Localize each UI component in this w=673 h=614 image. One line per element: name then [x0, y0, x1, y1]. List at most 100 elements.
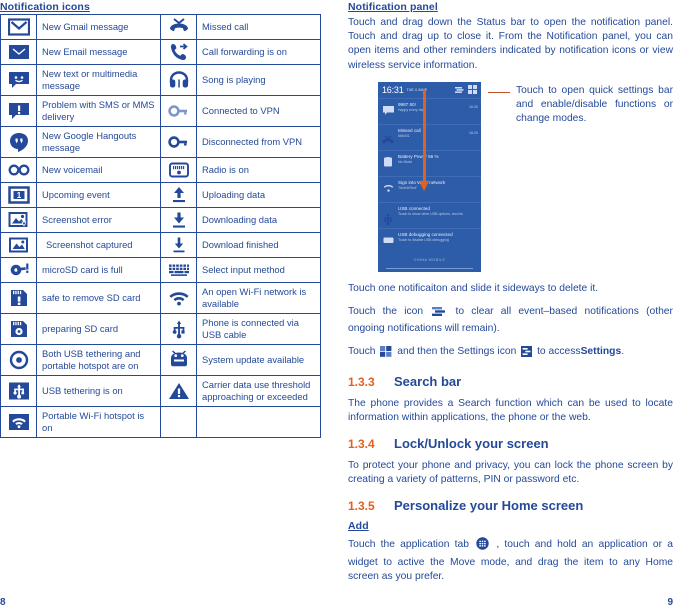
screenshot-captured-icon — [0, 232, 37, 258]
table-row: Portable Wi-Fi hotspot is on — [0, 406, 321, 438]
table-row: New text or multimedia message Song is pl… — [0, 64, 321, 96]
missed-call-icon — [160, 14, 197, 40]
section-body-1-3-3: The phone provides a Search function whi… — [348, 397, 673, 423]
phone-notification-row[interactable]: Missed call 666401 16:29 — [378, 123, 481, 151]
table-row: New voicemail Radio is on — [0, 157, 321, 183]
gmail-icon — [0, 14, 37, 40]
phone-screen-mock: 16:31 TUE 4 JUNE 9987 50! Happy every day… — [378, 81, 481, 272]
vpn-connected-icon — [160, 95, 197, 127]
phone-notification-row[interactable]: USB connected Touch to show other USB opt… — [378, 201, 481, 229]
page-title-notification-panel: Notification panel — [348, 1, 438, 13]
usb-icon — [381, 206, 395, 229]
icon-label: Both USB tethering and portable hotspot … — [36, 344, 161, 376]
settings-text-post: to access — [537, 346, 581, 358]
settings-period: . — [621, 346, 625, 358]
icon-label: Song is playing — [196, 64, 321, 96]
add-text-pre: Touch the application tab — [348, 539, 469, 551]
wifi-open-icon — [160, 282, 197, 314]
icon-label: safe to remove SD card — [36, 282, 161, 314]
sms-mms-icon — [0, 64, 37, 96]
section-number-1-3-4: 1.3.4 — [348, 437, 375, 452]
phone-illustration: 16:31 TUE 4 JUNE 9987 50! Happy every day… — [348, 81, 673, 275]
icon-label: Missed call — [196, 14, 321, 40]
wifi-icon — [381, 180, 395, 193]
sd-preparing-icon — [0, 313, 37, 345]
page-number-left: 8 — [0, 597, 6, 608]
notification-time: 16:29 — [469, 130, 478, 135]
phone-status-bar: 16:31 TUE 4 JUNE — [378, 82, 481, 98]
usb-debug-icon — [381, 232, 395, 245]
phone-clock: 16:31 — [382, 84, 404, 95]
clear-text-pre: Touch the icon — [348, 306, 424, 318]
voicemail-icon — [0, 157, 37, 183]
section-title-search-bar: Search bar — [394, 373, 462, 389]
icon-label: Connected to VPN — [196, 95, 321, 127]
quick-settings-icon[interactable] — [468, 82, 477, 99]
message-icon — [381, 102, 395, 115]
android-update-icon — [160, 344, 197, 376]
notification-subtitle: No Mode — [398, 159, 413, 164]
table-row: New Email message Call forwarding is on — [0, 39, 321, 65]
section-heading-1-3-3: 1.3.3 Search bar — [348, 374, 673, 389]
table-row: Screenshot error Downloading data — [0, 207, 321, 233]
application-tab-icon — [476, 537, 489, 555]
phone-notification-row[interactable]: USB debugging connected Touch to disable … — [378, 227, 481, 254]
page-title-notification-icons: Notification icons — [0, 1, 90, 13]
wifi-hotspot-icon — [0, 406, 37, 438]
section-title-lock-unlock: Lock/Unlock your screen — [394, 436, 549, 452]
screenshot-error-icon — [0, 207, 37, 233]
icon-label: Call forwarding is on — [196, 39, 321, 65]
table-row: Screenshot captured Download finished — [0, 232, 321, 258]
notification-title: 9987 50! — [398, 101, 416, 107]
icon-label: USB tethering is on — [36, 375, 161, 407]
section-body-1-3-4: To protect your phone and privacy, you c… — [348, 460, 673, 486]
callout-text: Touch to open quick settings bar and ena… — [516, 84, 673, 125]
icon-label: New Email message — [36, 39, 161, 65]
headphones-icon — [160, 64, 197, 96]
icon-label: Problem with SMS or MMS delivery — [36, 95, 161, 127]
notification-title: Missed call — [398, 127, 421, 133]
usb-tethering-icon — [0, 375, 37, 407]
warning-icon — [160, 375, 197, 407]
phone-notification-row[interactable]: 9987 50! Happy every day 16:30 — [378, 97, 481, 124]
phone-notification-row[interactable]: Battery Power 56 % No Mode — [378, 149, 481, 176]
icon-label: Upcoming event — [36, 182, 161, 208]
icon-label: Screenshot captured — [36, 232, 161, 258]
email-icon — [0, 39, 37, 65]
vpn-disconnected-icon — [160, 126, 197, 158]
notification-subtitle: Touch to show other USB options, and etc — [398, 211, 464, 216]
notification-title: Sign into Wi-Fi network — [398, 179, 446, 185]
delete-notification-paragraph: Touch one notificaiton and slide it side… — [348, 282, 599, 294]
phone-notification-row[interactable]: Sign into Wi-Fi network"MobileTest" — [378, 175, 481, 202]
icon-label: Disconnected from VPN — [196, 126, 321, 158]
usb-tether-hotspot-icon — [0, 344, 37, 376]
left-page: Notification icons New Gmail message Miss… — [0, 0, 336, 614]
notification-subtitle: "MobileTest" — [398, 185, 418, 190]
missed-call-icon — [381, 128, 395, 151]
microsd-full-icon — [0, 257, 37, 283]
notification-subtitle: Touch to disable USB debugging — [398, 237, 449, 242]
notification-title: USB connected — [398, 205, 430, 211]
table-row: New Google Hangouts message Disconnected … — [0, 126, 321, 158]
settings-text-pre: Touch — [348, 346, 376, 358]
table-row: Both USB tethering and portable hotspot … — [0, 344, 321, 376]
notification-subtitle: Happy every day — [398, 107, 425, 112]
section-heading-1-3-5: 1.3.5 Personalize your Home screen — [348, 498, 673, 513]
annotation-arrow — [419, 89, 429, 191]
icon-label: Select input method — [196, 257, 321, 283]
table-row: preparing SD card Phone is connected via … — [0, 313, 321, 345]
section-number-1-3-5: 1.3.5 — [348, 499, 375, 514]
icon-label: Screenshot error — [36, 207, 161, 233]
clear-all-notifications-icon[interactable] — [455, 82, 464, 99]
callout-leader-line — [488, 91, 510, 94]
icon-label — [196, 406, 321, 438]
icon-label: Portable Wi-Fi hotspot is on — [36, 406, 161, 438]
icon-label: Download finished — [196, 232, 321, 258]
settings-gear-icon — [521, 346, 533, 362]
icon-label: preparing SD card — [36, 313, 161, 345]
table-row: microSD card is full Select input method — [0, 257, 321, 283]
icon-label: Downloading data — [196, 207, 321, 233]
table-row: 1 Upcoming event Uploading data — [0, 182, 321, 208]
empty-icon — [160, 406, 197, 438]
subheading-add: Add — [348, 520, 369, 533]
